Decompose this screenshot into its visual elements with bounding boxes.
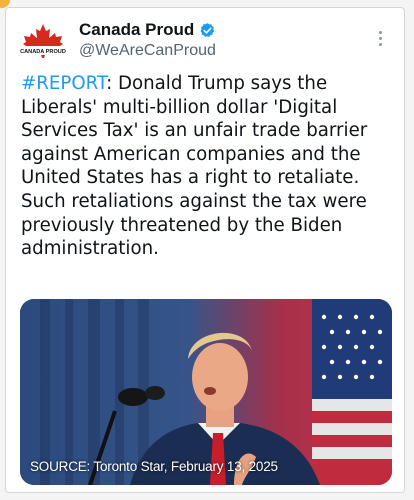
post-image[interactable]: SOURCE: Toronto Star, February 13, 2025	[20, 299, 392, 485]
hashtag-link[interactable]: #REPORT	[21, 73, 106, 94]
more-options-icon[interactable]	[370, 28, 390, 48]
author-handle[interactable]: @WeAreCanProud	[79, 42, 216, 60]
display-name[interactable]: Canada Proud	[79, 20, 194, 40]
image-caption: SOURCE: Toronto Star, February 13, 2025	[30, 459, 278, 474]
post-card[interactable]: CANADA PROUD Canada Proud @WeAreCanProud…	[5, 7, 405, 493]
avatar-text: CANADA PROUD	[20, 49, 66, 55]
photo-illustration	[20, 299, 392, 485]
post-header: CANADA PROUD Canada Proud @WeAreCanProud	[6, 8, 404, 78]
flag	[312, 299, 392, 485]
name-row: Canada Proud	[79, 20, 216, 40]
avatar[interactable]: CANADA PROUD	[20, 23, 66, 63]
verified-badge-icon	[200, 22, 215, 37]
maple-leaf-icon: CANADA PROUD	[20, 24, 66, 58]
post-body: : Donald Trump says the Liberals' multi-…	[21, 73, 368, 260]
post-text: #REPORT: Donald Trump says the Liberals'…	[21, 72, 391, 261]
